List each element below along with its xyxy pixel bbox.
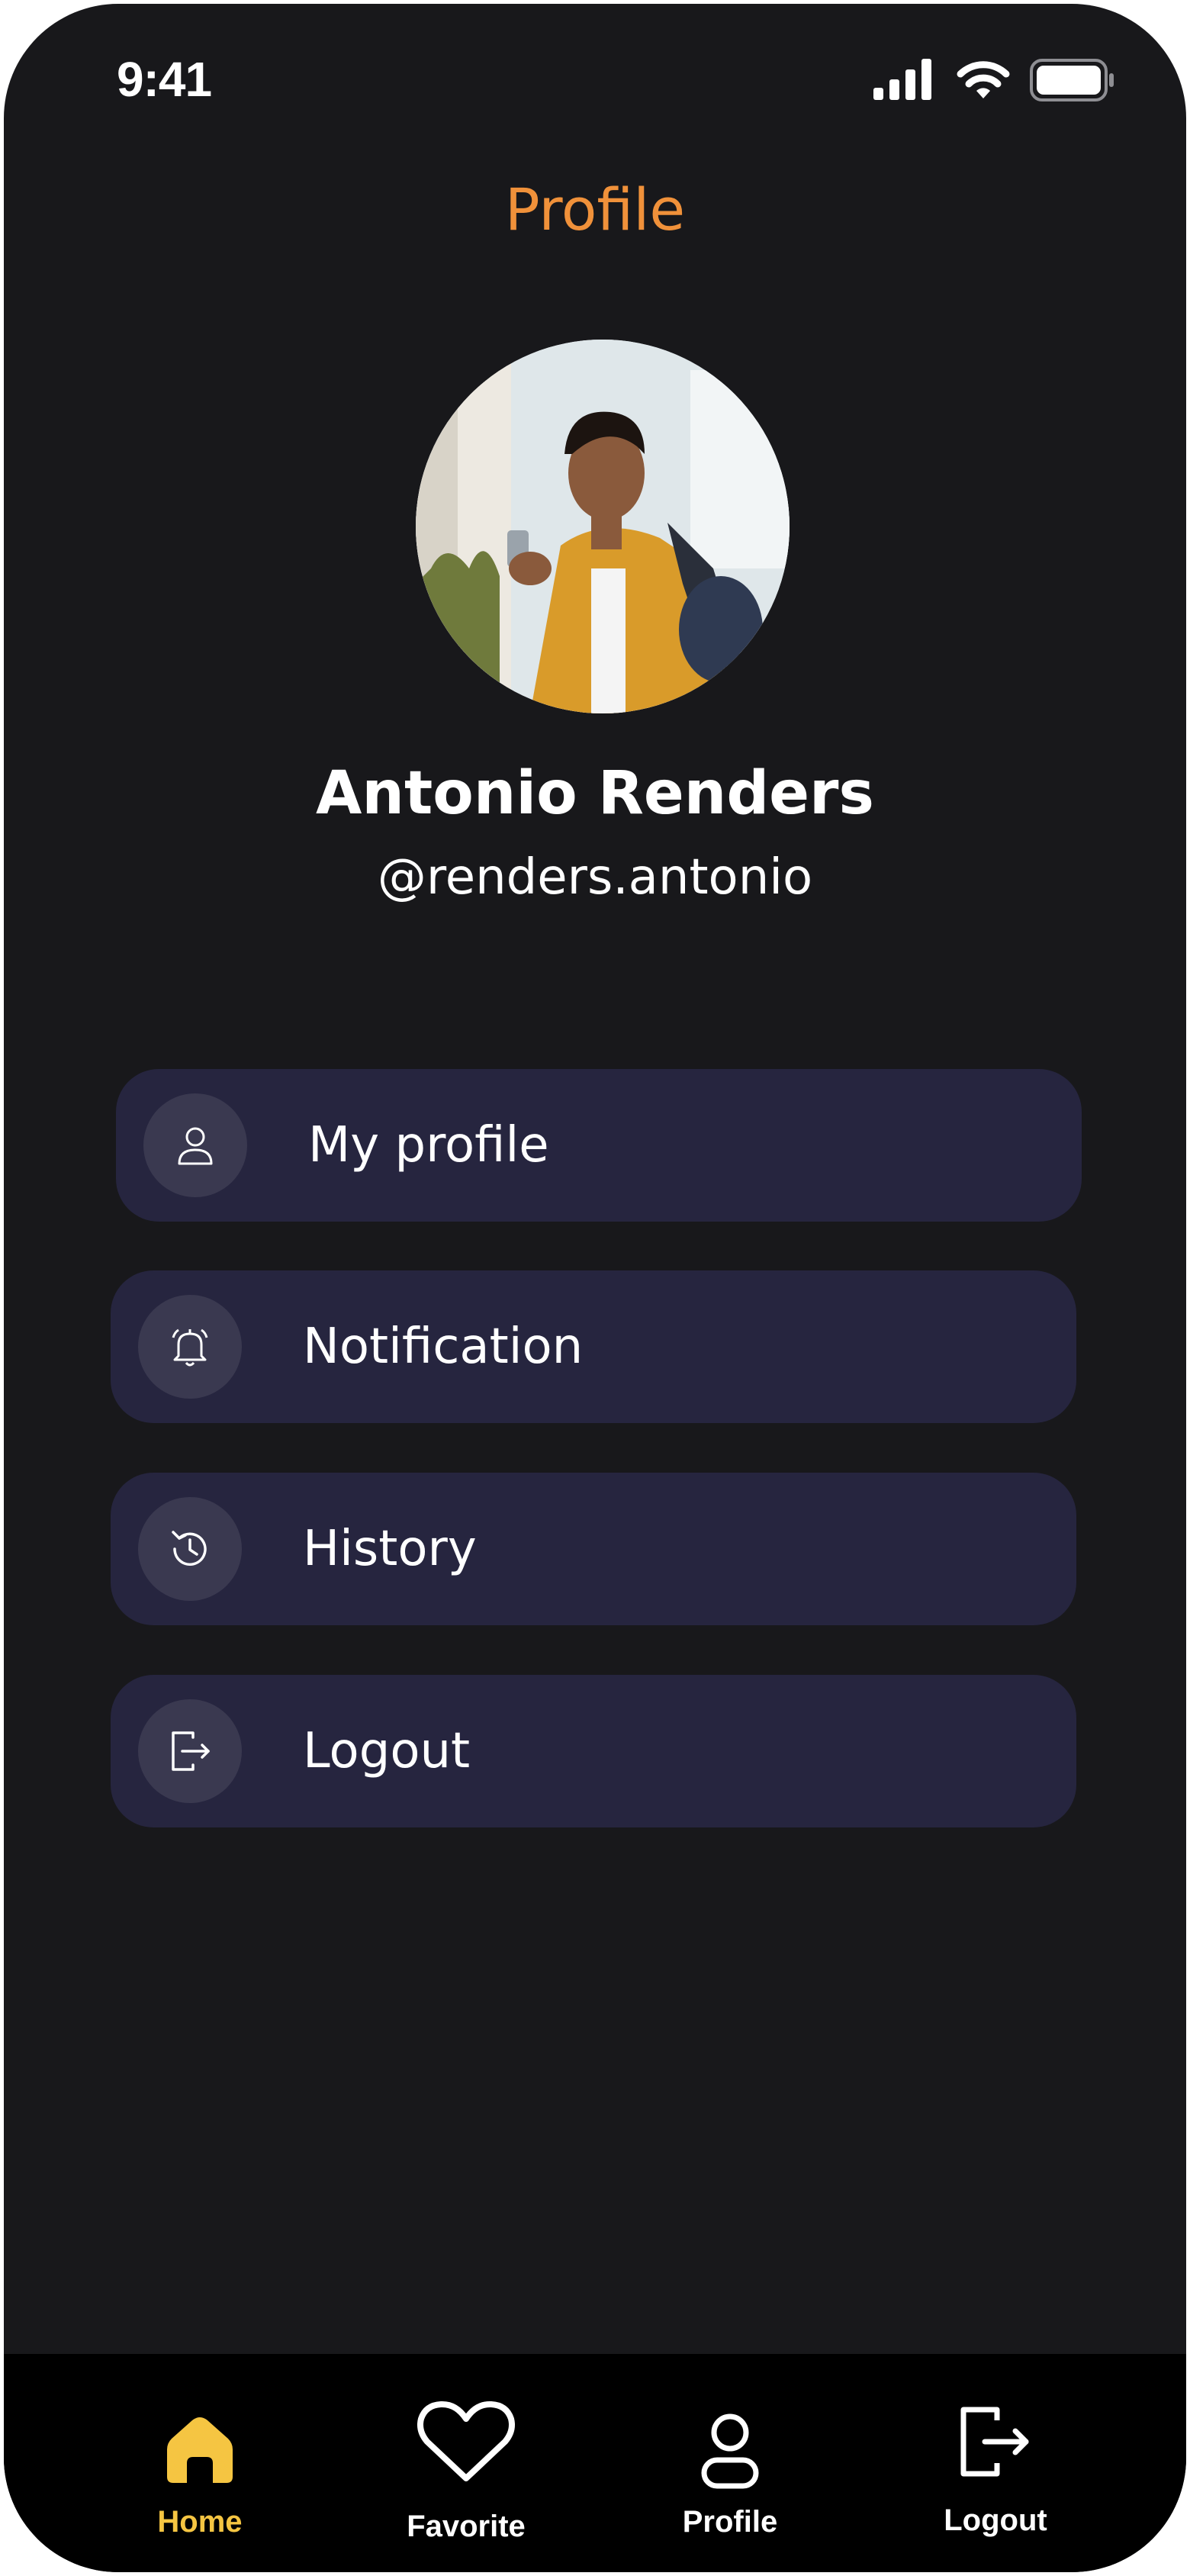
nav-logout[interactable]: Logout [896,2354,1095,2572]
phone-screen: 9:41 Profile Antonio Renders @renders.an… [4,4,1186,2572]
bottom-nav: Home Favorite Profile Logout [4,2354,1186,2572]
nav-label: Logout [944,2504,1047,2537]
wifi-icon [957,61,1010,98]
nav-profile[interactable]: Profile [631,2354,829,2572]
menu-item-notification[interactable]: Notification [111,1270,1076,1423]
menu-item-history[interactable]: History [111,1473,1076,1625]
nav-home[interactable]: Home [101,2354,299,2572]
battery-icon [1030,59,1114,101]
home-icon [101,2396,299,2487]
person-icon [143,1093,247,1197]
nav-favorite[interactable]: Favorite [367,2354,565,2572]
person-icon [631,2396,829,2489]
nav-label: Favorite [407,2510,526,2543]
user-handle: @renders.antonio [377,849,813,906]
menu-item-logout[interactable]: Logout [111,1675,1076,1827]
logout-icon [896,2396,1095,2487]
menu-item-my-profile[interactable]: My profile [116,1069,1082,1222]
avatar[interactable] [416,340,790,713]
nav-label: Home [157,2505,243,2539]
bell-icon [138,1295,242,1399]
menu-label: History [303,1521,477,1577]
signal-icon [873,59,931,100]
menu-label: My profile [308,1117,549,1174]
menu-label: Notification [303,1319,584,1375]
status-time: 9:41 [117,52,212,107]
history-icon [138,1497,242,1601]
nav-label: Profile [682,2505,778,2539]
logout-icon [138,1699,242,1803]
page-title: Profile [504,175,686,243]
heart-icon [367,2396,565,2487]
menu-label: Logout [303,1723,471,1779]
user-name: Antonio Renders [316,759,874,828]
